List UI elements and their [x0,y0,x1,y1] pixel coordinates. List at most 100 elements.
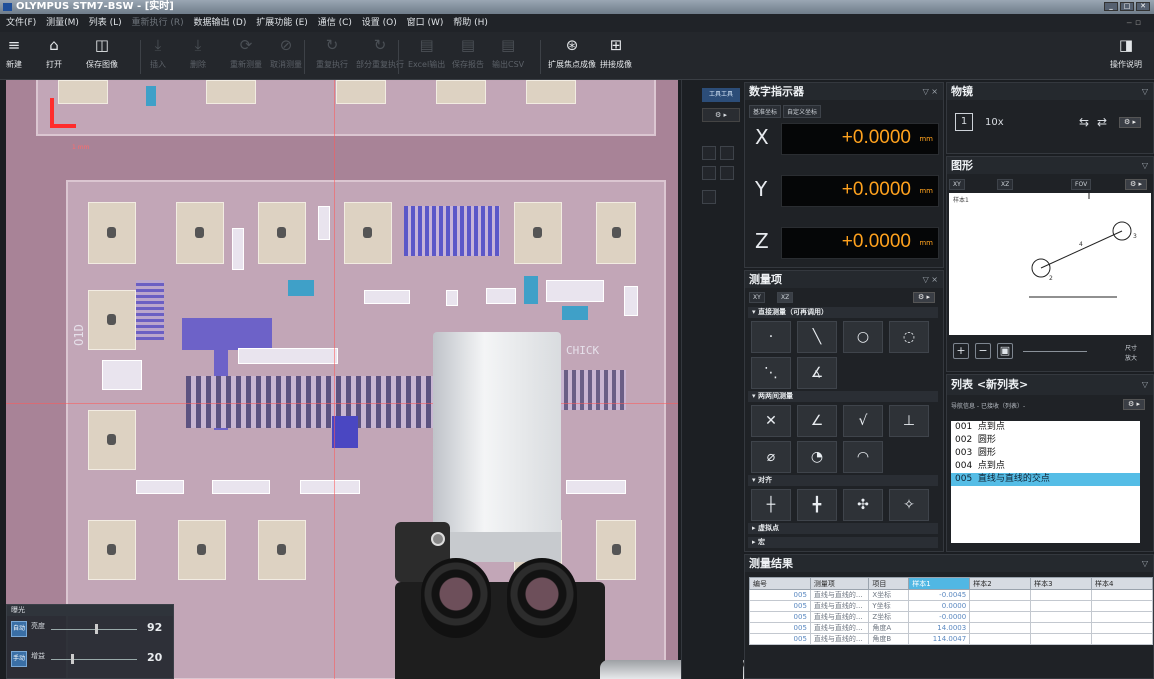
distance-icon[interactable]: ⋱ [751,357,791,389]
menu-extensions[interactable]: 扩展功能 (E) [256,18,308,28]
list-item[interactable]: 002 圆形 [951,434,1140,447]
brightness-slider[interactable] [51,624,137,634]
toolbar-button-extended-focus[interactable]: ⊛ 扩展焦点成像 [548,36,596,78]
toolbar-button-partial-repeat[interactable]: ↻ 部分重复执行 [356,36,404,78]
point-icon[interactable]: · [751,321,791,353]
rail-erase-icon[interactable] [702,190,716,204]
guide-button[interactable]: ◨ 操作说明 [1110,36,1142,78]
menu-window[interactable]: 窗口 (W) [407,18,444,28]
table-row[interactable]: 005 直线与直线的... 角度A 14.0003 [749,622,1153,634]
pin-icon[interactable]: ▽ [1142,375,1148,395]
column-header[interactable]: 样本1 [908,577,971,590]
gain-icon[interactable]: 手动 [11,651,27,667]
toolbar-button-repeat[interactable]: ↻ 重复执行 [316,36,348,78]
pin-icon[interactable]: ▽ [1142,157,1148,174]
bisector-icon[interactable]: √ [843,405,883,437]
pin-close-icon[interactable]: ▽ × [923,271,938,288]
column-header[interactable]: 样本2 [969,577,1032,590]
column-header[interactable]: 样本4 [1091,577,1153,590]
gain-slider[interactable] [51,654,137,664]
list-settings-button[interactable]: ⚙ ▸ [1123,399,1145,410]
pin-icon[interactable]: ▽ [1142,83,1148,100]
pin-icon[interactable]: ▽ [1142,555,1148,572]
objective-icon[interactable]: 1 [955,113,973,131]
toolbar-button-insert[interactable]: ⤓ 插入 [150,36,166,78]
toolbar-button-excel[interactable]: ▤ Excel输出 [408,36,445,78]
minimize-icon[interactable]: _ [1104,2,1118,11]
table-row[interactable]: 005 直线与直线的... Z坐标 -0.0000 [749,611,1153,623]
toolbar-button-remeasure[interactable]: ⟳ 重新测量 [230,36,262,78]
menu-list[interactable]: 列表 (L) [89,18,122,28]
list-item[interactable]: 003 圆形 [951,447,1140,460]
align-tilt-icon[interactable]: ✧ [889,489,929,521]
perpendicular-icon[interactable]: ⊥ [889,405,929,437]
zoom-out-icon[interactable]: − [975,343,991,359]
column-header[interactable]: 项目 [868,577,910,590]
tab-base-coordinates[interactable]: 基准坐标 [749,105,782,118]
align-axis-icon[interactable]: ╋ [797,489,837,521]
tab-fov[interactable]: FOV [1071,179,1092,190]
maximize-icon[interactable]: □ [1120,2,1134,11]
turret-prev-icon[interactable]: ⇆ [1079,115,1089,129]
menu-rerun[interactable]: 重新执行 (R) [132,18,184,28]
zoom-slider[interactable] [1023,351,1087,352]
circle-points-icon[interactable]: ◌ [889,321,929,353]
rail-settings-button[interactable]: ⚙ ▸ [702,108,740,122]
toolbar-button-csv[interactable]: ▤ 输出CSV [492,36,524,78]
menu-restore-icon[interactable]: ‒ ▫ [1126,14,1141,32]
section-pairwise[interactable]: ▾ 两两间测量 [748,391,938,402]
circle-icon[interactable]: ○ [843,321,883,353]
objective-settings-button[interactable]: ⚙ ▸ [1119,117,1141,128]
table-row[interactable]: 005 直线与直线的... Y坐标 0.0000 [749,600,1153,612]
rail-draw-icon[interactable] [702,146,716,160]
arc-icon[interactable]: ◠ [843,441,883,473]
menu-communication[interactable]: 通信 (C) [318,18,352,28]
toolbar-button-delete[interactable]: ⤓ 删除 [190,36,206,78]
brightness-icon[interactable]: 自动 [11,621,27,637]
section-direct[interactable]: ▾ 直接测量（可再调用） [748,307,938,318]
rail-text-icon[interactable] [720,166,734,180]
angle-icon[interactable]: ∡ [797,357,837,389]
rail-ruler-icon[interactable] [720,146,734,160]
toolbar-button-save-image[interactable]: ◫ 保存图像 [86,36,118,78]
tab-xz[interactable]: XZ [777,292,794,303]
zoom-fit-icon[interactable]: ▣ [997,343,1013,359]
list-item[interactable]: 001 点到点 [951,421,1140,434]
measure-settings-button[interactable]: ⚙ ▸ [913,292,935,303]
align-origin-icon[interactable]: ┼ [751,489,791,521]
pin-close-icon[interactable]: ▽ × [923,83,938,100]
tab-xz[interactable]: XZ [997,179,1014,190]
graphics-canvas[interactable]: 样本1 2 3 4 [949,193,1151,335]
list-item[interactable]: 005 直线与直线的交点 [951,473,1140,486]
tab-custom-coordinates[interactable]: 自定义坐标 [783,105,822,118]
toolbar-button-save-report[interactable]: ▤ 保存报告 [452,36,484,78]
align-rotate-icon[interactable]: ✣ [843,489,883,521]
circle-tangent-icon[interactable]: ◔ [797,441,837,473]
column-header[interactable]: 测量项 [809,577,870,590]
section-align[interactable]: ▾ 对齐 [748,475,938,486]
section-virtual-point[interactable]: ▸ 虚拟点 [748,523,938,534]
diameter-icon[interactable]: ⌀ [751,441,791,473]
table-row[interactable]: 005 直线与直线的... 角度B 114.0047 [749,633,1153,645]
menu-data-output[interactable]: 数据输出 (D) [194,18,247,28]
rail-tab-tools[interactable]: 工具工具 [702,88,740,102]
tab-xy[interactable]: XY [949,179,965,190]
graphics-settings-button[interactable]: ⚙ ▸ [1125,179,1147,190]
menu-file[interactable]: 文件(F) [6,18,36,28]
line-icon[interactable]: ╲ [797,321,837,353]
list-item[interactable]: 004 点到点 [951,460,1140,473]
toolbar-button-stitching[interactable]: ⊞ 拼接成像 [600,36,632,78]
rail-grid-icon[interactable] [702,166,716,180]
close-icon[interactable]: ✕ [1136,2,1150,11]
zoom-in-icon[interactable]: + [953,343,969,359]
column-header[interactable]: 编号 [749,577,811,590]
column-header[interactable]: 样本3 [1030,577,1093,590]
intersection-icon[interactable]: ✕ [751,405,791,437]
toolbar-button-cancel-measure[interactable]: ⊘ 取消测量 [270,36,302,78]
toolbar-button-open-folder[interactable]: ⌂ 打开 [46,36,62,78]
toolbar-button-new[interactable]: ≡ 新建 [6,36,22,78]
line-angle-icon[interactable]: ∠ [797,405,837,437]
menu-settings[interactable]: 设置 (O) [362,18,397,28]
turret-next-icon[interactable]: ⇄ [1097,115,1107,129]
table-row[interactable]: 005 直线与直线的... X坐标 -0.0045 [749,589,1153,601]
